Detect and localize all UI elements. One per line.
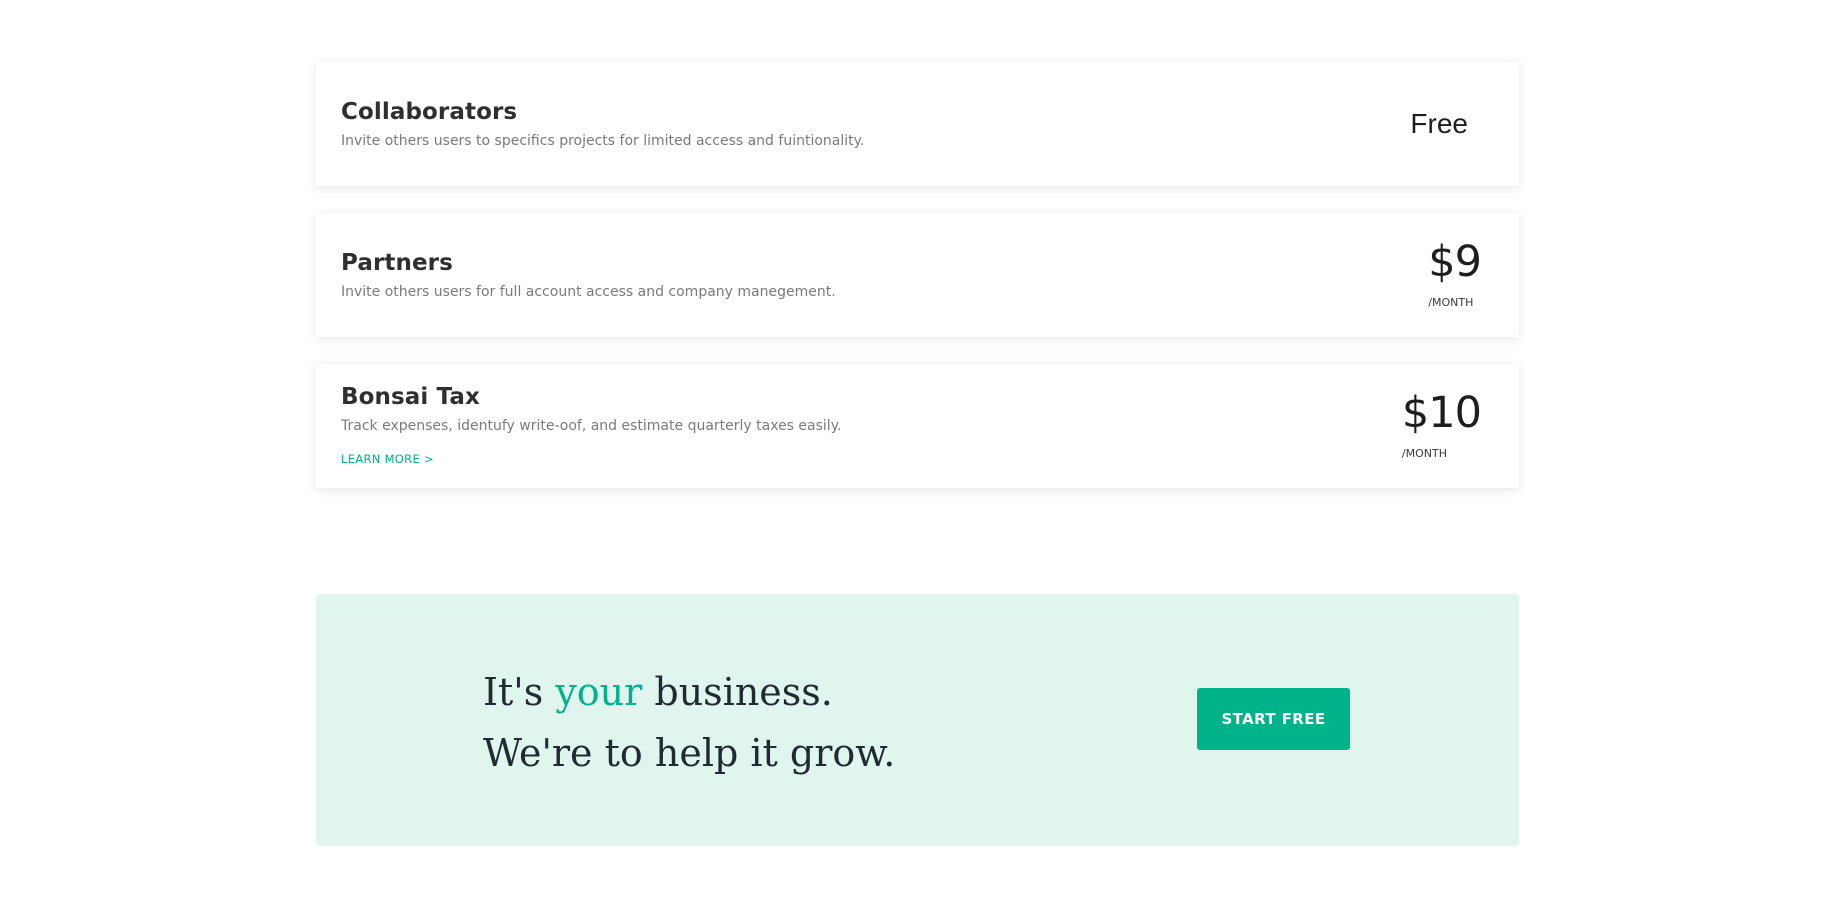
addon-name: Bonsai Tax xyxy=(341,384,480,410)
addon-description: Invite others users to specifics project… xyxy=(341,133,865,149)
cta-line1-prefix: It's xyxy=(483,670,556,714)
learn-more-link[interactable]: LEARN MORE > xyxy=(341,452,434,466)
addon-name: Collaborators xyxy=(341,99,518,125)
addon-text: Bonsai Tax Track expenses, identufy writ… xyxy=(341,384,841,468)
price-free-label: Free xyxy=(1410,108,1468,139)
addon-card-collaborators: Collaborators Invite others users to spe… xyxy=(316,62,1519,186)
price-period: /MONTH xyxy=(1428,296,1474,309)
addon-price: $9 /MONTH xyxy=(1428,237,1482,310)
cta-headline: It's your business. We're to help it gro… xyxy=(483,662,895,784)
price-amount: $9 xyxy=(1428,237,1482,287)
addon-description: Track expenses, identufy write-oof, and … xyxy=(341,418,842,434)
addon-name: Partners xyxy=(341,250,453,276)
cta-line1-suffix: business. xyxy=(642,670,833,714)
cta-banner: It's your business. We're to help it gro… xyxy=(316,594,1519,846)
addon-description: Invite others users for full account acc… xyxy=(341,284,836,300)
cta-line2: We're to help it grow. xyxy=(483,731,896,775)
price-amount: $10 xyxy=(1401,388,1482,438)
addons-list: Collaborators Invite others users to spe… xyxy=(316,62,1519,515)
addon-price: $10 /MONTH xyxy=(1401,388,1482,461)
addon-card-partners: Partners Invite others users for full ac… xyxy=(316,213,1519,337)
start-free-button[interactable]: START FREE xyxy=(1197,688,1350,750)
page: Collaborators Invite others users to spe… xyxy=(0,0,1823,917)
addon-card-bonsai-tax: Bonsai Tax Track expenses, identufy writ… xyxy=(316,364,1519,488)
price-period: /MONTH xyxy=(1401,447,1447,460)
addon-text: Collaborators Invite others users to spe… xyxy=(341,99,864,149)
addon-text: Partners Invite others users for full ac… xyxy=(341,250,836,300)
cta-line1-accent: your xyxy=(555,670,643,714)
addon-price: Free xyxy=(1410,108,1481,140)
